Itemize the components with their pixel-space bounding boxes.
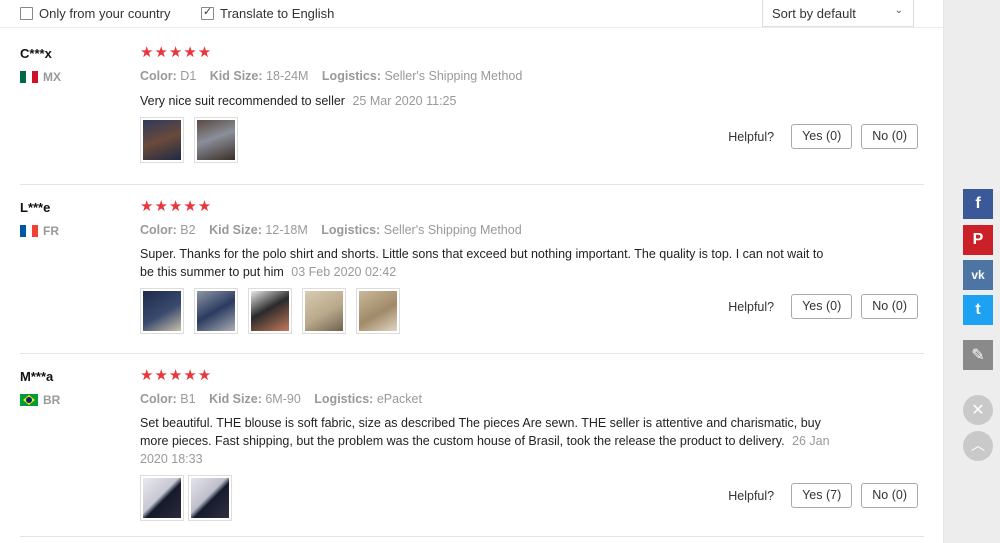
logistics-value: Seller's Shipping Method — [384, 69, 523, 83]
review-photos — [140, 288, 400, 334]
size-value: 6M-90 — [265, 392, 301, 406]
sort-value: Sort by default — [772, 6, 856, 21]
review-photo-thumbnail[interactable] — [194, 288, 238, 334]
helpful-yes-button[interactable]: Yes (0) — [791, 124, 853, 149]
review-item: L***e FR ★★★★★ Color: B2 Kid Size: 12-18… — [20, 186, 924, 354]
helpful-label: Helpful? — [728, 129, 775, 144]
review-photos — [140, 117, 238, 163]
brazil-flag-icon — [20, 394, 38, 406]
review-photo-thumbnail[interactable] — [140, 475, 184, 521]
color-value: B2 — [180, 223, 196, 237]
helpful-no-button[interactable]: No (0) — [861, 483, 918, 508]
helpful-label: Helpful? — [728, 488, 775, 503]
review-country: FR — [20, 224, 59, 238]
sort-select[interactable]: Sort by default ⌄ — [762, 0, 914, 27]
chevron-down-icon: ⌄ — [894, 5, 903, 16]
review-photo-thumbnail[interactable] — [188, 475, 232, 521]
helpful-label: Helpful? — [728, 299, 775, 314]
helpful-no-button[interactable]: No (0) — [861, 124, 918, 149]
helpful-yes-button[interactable]: Yes (7) — [791, 483, 853, 508]
logistics-label: Logistics: — [314, 392, 374, 406]
color-label: Color: — [140, 223, 177, 237]
color-value: D1 — [180, 69, 197, 83]
review-date: 25 Mar 2020 11:25 — [352, 94, 457, 108]
color-label: Color: — [140, 392, 177, 406]
only-country-label: Only from your country — [39, 6, 171, 21]
review-body: Super. Thanks for the polo shirt and sho… — [140, 247, 824, 279]
twitter-share-icon[interactable]: t — [963, 295, 993, 325]
review-photos — [140, 475, 232, 521]
size-value: 18-24M — [266, 69, 309, 83]
size-label: Kid Size: — [209, 69, 263, 83]
translate-checkbox[interactable]: Translate to English — [201, 5, 335, 21]
color-value: B1 — [180, 392, 196, 406]
review-photo-thumbnail[interactable] — [302, 288, 346, 334]
review-photo-thumbnail[interactable] — [140, 117, 184, 163]
review-item: M***a BR ★★★★★ Color: B1 Kid Size: 6M-90… — [20, 355, 924, 537]
review-date: 03 Feb 2020 02:42 — [291, 265, 397, 279]
review-item: C***x MX ★★★★★ Color: D1 Kid Size: 18-24… — [20, 32, 924, 185]
checkbox-box-checked[interactable] — [201, 5, 214, 20]
checkbox-box[interactable] — [20, 7, 33, 20]
country-code: MX — [43, 70, 61, 84]
helpful-controls: Helpful? Yes (0) No (0) — [728, 294, 918, 319]
pinterest-share-icon[interactable]: P — [963, 225, 993, 255]
helpful-controls: Helpful? Yes (0) No (0) — [728, 124, 918, 149]
review-text: Set beautiful. THE blouse is soft fabric… — [140, 414, 830, 468]
country-code: FR — [43, 224, 59, 238]
review-meta: Color: B1 Kid Size: 6M-90 Logistics: ePa… — [140, 392, 422, 406]
only-country-checkbox[interactable]: Only from your country — [20, 6, 171, 21]
logistics-value: ePacket — [376, 392, 422, 406]
review-photo-thumbnail[interactable] — [140, 288, 184, 334]
review-body: Set beautiful. THE blouse is soft fabric… — [140, 416, 821, 448]
helpful-controls: Helpful? Yes (7) No (0) — [728, 483, 918, 508]
close-icon[interactable]: ✕ — [963, 395, 993, 425]
review-text: Very nice suit recommended to seller 25 … — [140, 92, 830, 110]
facebook-share-icon[interactable]: f — [963, 189, 993, 219]
review-meta: Color: B2 Kid Size: 12-18M Logistics: Se… — [140, 223, 522, 237]
review-text: Super. Thanks for the polo shirt and sho… — [140, 245, 830, 281]
review-country: BR — [20, 393, 60, 407]
rating-stars: ★★★★★ — [140, 43, 213, 61]
review-country: MX — [20, 70, 61, 84]
review-username: C***x — [20, 46, 52, 61]
rating-stars: ★★★★★ — [140, 197, 213, 215]
logistics-label: Logistics: — [321, 223, 381, 237]
mexico-flag-icon — [20, 71, 38, 83]
reviews-panel: Only from your country Translate to Engl… — [0, 0, 944, 543]
helpful-no-button[interactable]: No (0) — [861, 294, 918, 319]
size-label: Kid Size: — [209, 392, 262, 406]
filter-bar: Only from your country Translate to Engl… — [0, 0, 943, 28]
color-label: Color: — [140, 69, 177, 83]
review-photo-thumbnail[interactable] — [248, 288, 292, 334]
edit-feedback-icon[interactable]: ✎ — [963, 340, 993, 370]
scroll-top-icon[interactable]: ︿ — [963, 431, 993, 461]
review-username: L***e — [20, 200, 51, 215]
france-flag-icon — [20, 225, 38, 237]
review-photo-thumbnail[interactable] — [356, 288, 400, 334]
vk-share-icon[interactable]: vk — [963, 260, 993, 290]
size-value: 12-18M — [265, 223, 308, 237]
logistics-value: Seller's Shipping Method — [383, 223, 522, 237]
size-label: Kid Size: — [209, 223, 262, 237]
translate-label: Translate to English — [220, 6, 335, 21]
logistics-label: Logistics: — [321, 69, 381, 83]
rating-stars: ★★★★★ — [140, 366, 213, 384]
review-meta: Color: D1 Kid Size: 18-24M Logistics: Se… — [140, 69, 522, 83]
helpful-yes-button[interactable]: Yes (0) — [791, 294, 853, 319]
review-body: Very nice suit recommended to seller — [140, 94, 345, 108]
review-username: M***a — [20, 369, 54, 384]
country-code: BR — [43, 393, 61, 407]
review-photo-thumbnail[interactable] — [194, 117, 238, 163]
